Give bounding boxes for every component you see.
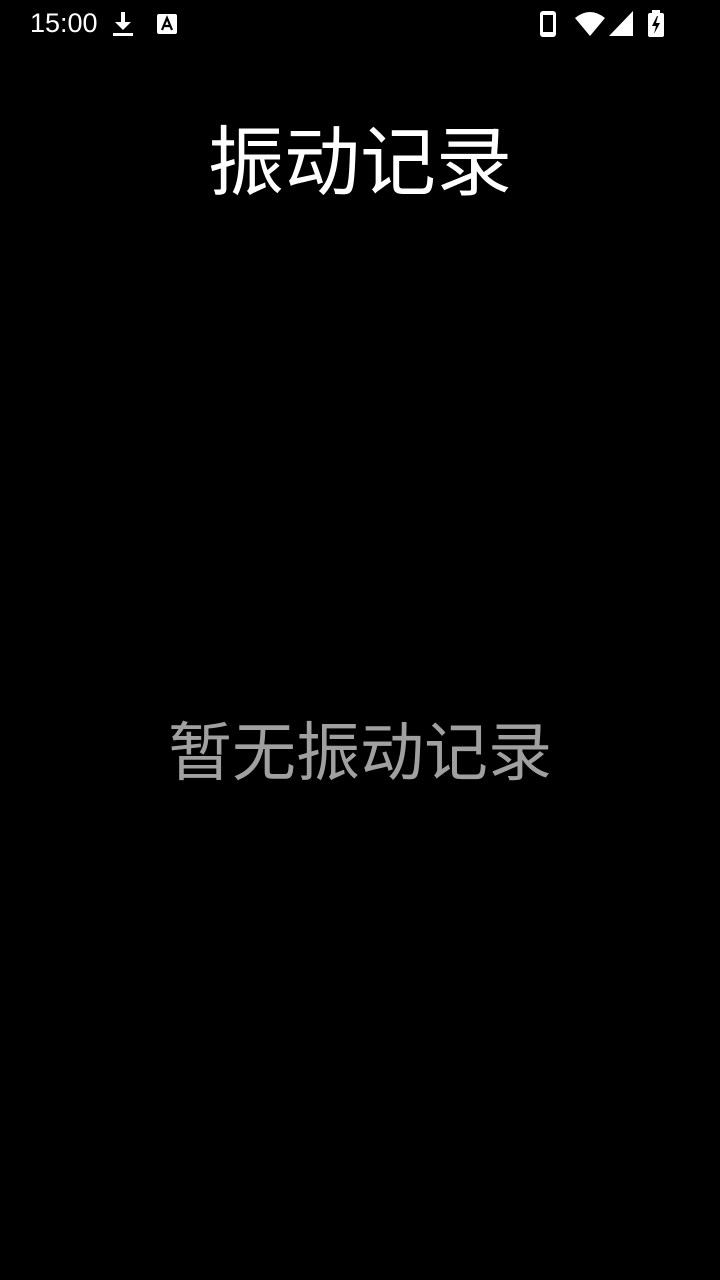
keyboard-a-icon	[156, 10, 178, 38]
wifi-icon	[574, 10, 606, 38]
status-bar: 15:00	[0, 0, 720, 48]
download-icon	[112, 10, 134, 38]
status-time: 15:00	[30, 8, 98, 38]
phone-icon	[538, 10, 558, 38]
page-title: 振动记录	[208, 118, 512, 207]
signal-icon	[608, 10, 634, 38]
empty-state-message: 暂无振动记录	[168, 717, 552, 791]
screen: 15:00 振动记录 暂无振动记录	[0, 0, 720, 1280]
battery-charging-icon	[646, 10, 666, 38]
